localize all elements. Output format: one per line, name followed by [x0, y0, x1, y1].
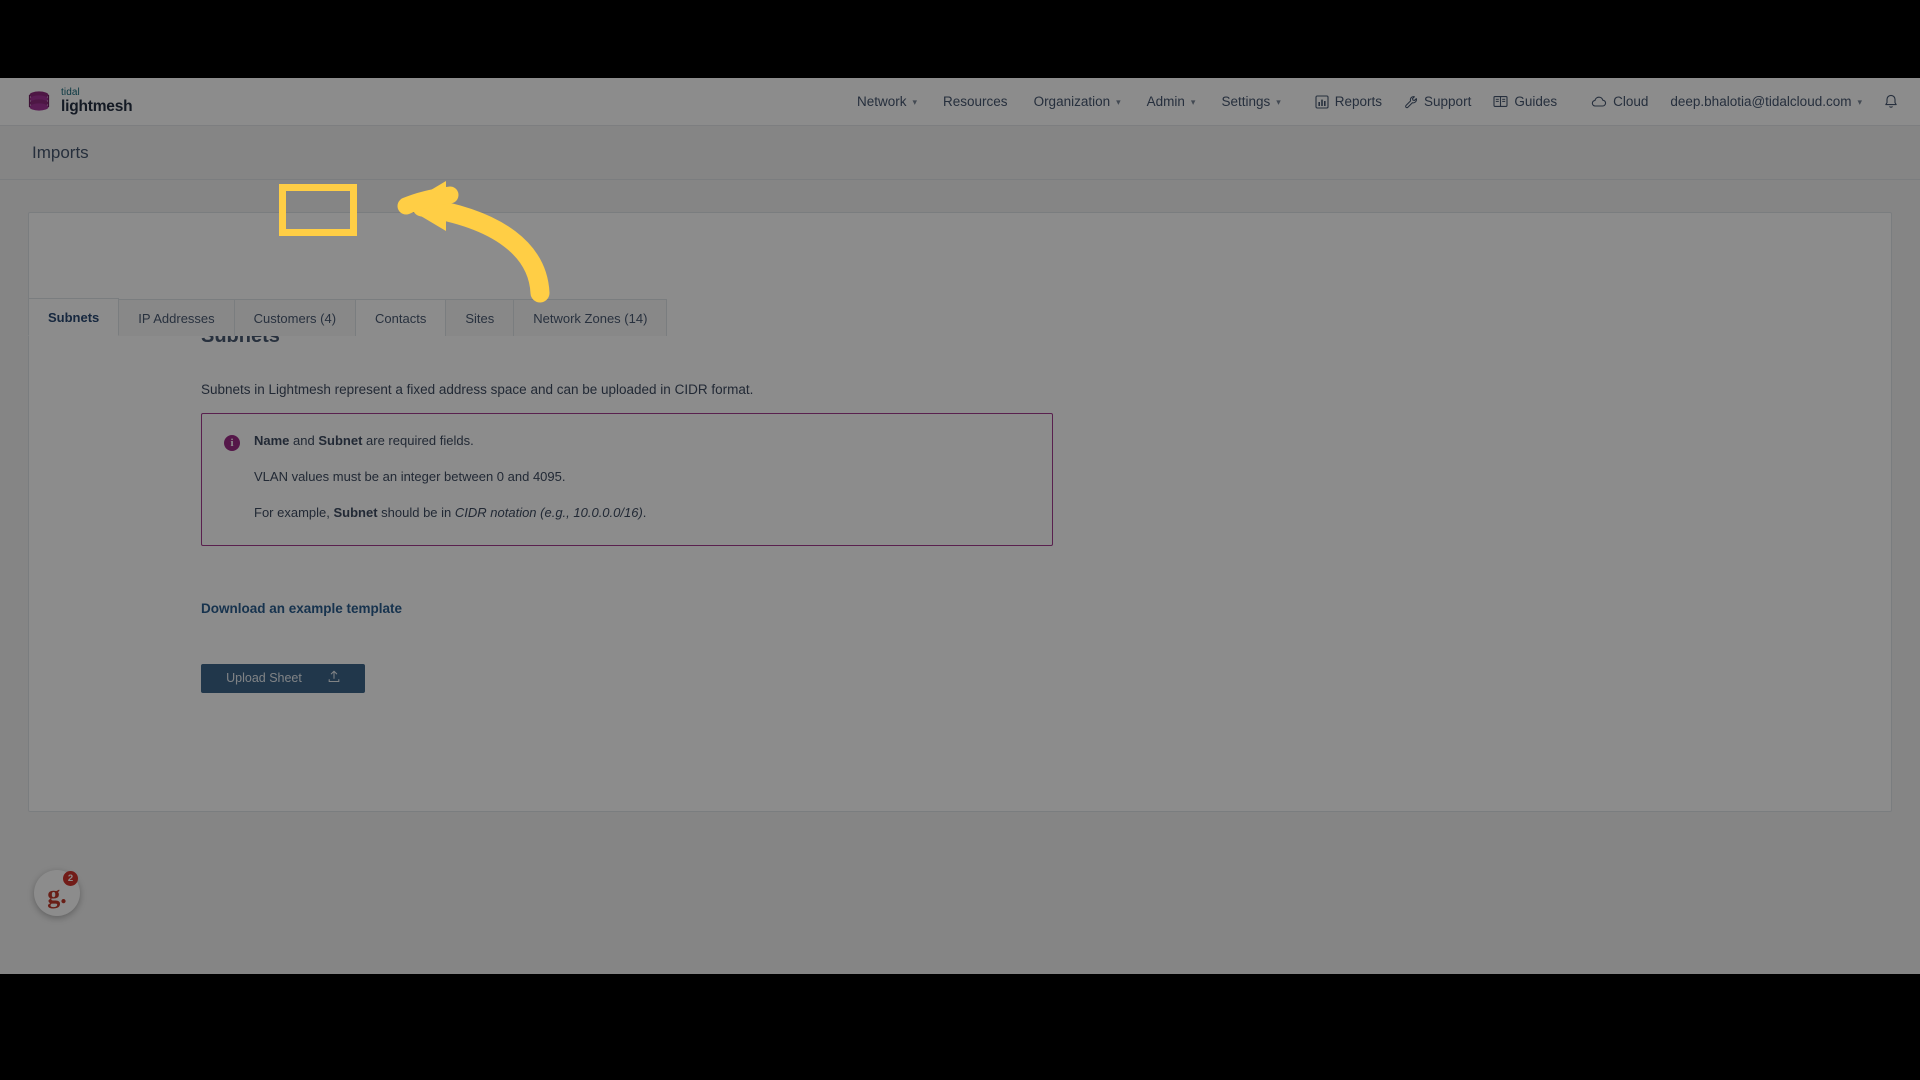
chevron-down-icon: ▾	[912, 97, 918, 107]
info-text-period: .	[642, 505, 647, 521]
nav-label-reports: Reports	[1334, 94, 1383, 109]
page-title: Imports	[32, 142, 89, 162]
info-text-for-example: For example,	[254, 505, 334, 521]
nav-item-support[interactable]: Support	[1404, 94, 1471, 109]
import-tabs: Subnets IP Addresses Customers (4) Conta…	[28, 298, 668, 336]
account-email: deep.bhalotia@tidalcloud.com	[1670, 94, 1852, 109]
help-widget-badge: 2	[63, 871, 78, 886]
info-text-should-be: should be in	[377, 505, 455, 521]
requirements-info-box: i Name and Subnet are required fields. V…	[201, 413, 1053, 546]
section-description: Subnets in Lightmesh represent a fixed a…	[201, 382, 754, 397]
nav-item-admin[interactable]: Admin ▾	[1147, 94, 1196, 109]
nav-label-resources: Resources	[943, 94, 1008, 109]
nav-item-resources[interactable]: Resources	[943, 94, 1008, 109]
nav-label-admin: Admin	[1146, 94, 1185, 109]
tab-customers[interactable]: Customers (4)	[233, 299, 357, 336]
nav-label-settings: Settings	[1221, 94, 1271, 109]
nav-item-settings[interactable]: Settings ▾	[1221, 94, 1280, 109]
book-icon	[1493, 95, 1508, 108]
brand-wordmark: tidal lightmesh	[61, 87, 133, 116]
bar-chart-icon	[1315, 94, 1329, 109]
primary-nav-menu: Network ▾ Resources Organization ▾ Admin…	[857, 94, 1281, 109]
tab-label-customers: Customers (4)	[253, 311, 337, 326]
tab-label-network-zones: Network Zones (14)	[533, 311, 648, 326]
tab-label-ip-addresses: IP Addresses	[138, 311, 215, 326]
info-bold-subnet: Subnet	[318, 433, 363, 448]
info-line-required-fields: Name and Subnet are required fields.	[254, 432, 1030, 450]
wrench-icon	[1404, 95, 1418, 109]
browser-viewport: tidal lightmesh Network ▾ Resources Orga…	[0, 78, 1920, 974]
nav-item-organization[interactable]: Organization ▾	[1034, 94, 1121, 109]
nav-label-organization: Organization	[1033, 94, 1111, 109]
account-menu[interactable]: deep.bhalotia@tidalcloud.com ▾	[1670, 94, 1862, 109]
info-circle-icon: i	[224, 435, 240, 451]
tab-network-zones[interactable]: Network Zones (14)	[513, 299, 668, 336]
upload-sheet-button[interactable]: Upload Sheet	[201, 663, 365, 693]
info-line-vlan: VLAN values must be an integer between 0…	[254, 469, 566, 485]
upload-icon	[328, 670, 340, 686]
nav-item-cloud[interactable]: Cloud	[1591, 94, 1648, 109]
brand-logo-link[interactable]: tidal lightmesh	[26, 87, 133, 116]
nav-label-guides: Guides	[1514, 94, 1558, 109]
info-line-cidr-example: For example, Subnet should be in CIDR no…	[254, 504, 1030, 522]
help-widget-glyph: g.	[47, 880, 67, 909]
info-bold-name: Name	[254, 433, 290, 448]
nav-item-guides[interactable]: Guides	[1493, 94, 1557, 109]
brand-tidal-text: tidal	[61, 87, 80, 99]
stacked-discs-logo-icon	[28, 90, 50, 111]
upload-button-row: Upload Sheet	[201, 663, 1891, 693]
page-header: Imports	[0, 126, 1920, 180]
chevron-down-icon: ▾	[1857, 97, 1862, 107]
nav-label-cloud: Cloud	[1613, 94, 1649, 109]
chevron-down-icon: ▾	[1116, 97, 1121, 107]
tab-label-sites: Sites	[465, 311, 495, 326]
tab-subnets[interactable]: Subnets	[28, 298, 120, 336]
notifications-button[interactable]	[1884, 94, 1898, 110]
tab-label-contacts: Contacts	[375, 311, 427, 326]
download-example-template-link[interactable]: Download an example template	[201, 601, 402, 616]
screen-root: tidal lightmesh Network ▾ Resources Orga…	[0, 0, 1920, 1080]
nav-item-reports[interactable]: Reports	[1315, 94, 1382, 109]
chevron-down-icon: ▾	[1190, 97, 1196, 107]
info-bold-subnet-2: Subnet	[333, 505, 378, 521]
secondary-nav-menu: Reports Support Guides Cloud deep.bhalot…	[1315, 94, 1898, 110]
info-text-and: and	[289, 433, 319, 448]
tab-ip-addresses[interactable]: IP Addresses	[118, 299, 235, 336]
info-box-lines: Name and Subnet are required fields. VLA…	[254, 432, 1030, 523]
nav-label-network: Network	[856, 94, 907, 109]
content-card-wrapper: Subnets IP Addresses Customers (4) Conta…	[0, 180, 1920, 812]
subnets-import-panel: Subnets Subnets in Lightmesh represent a…	[29, 213, 1891, 693]
info-italic-cidr: CIDR notation (e.g., 10.0.0.0/16)	[454, 505, 643, 521]
bell-icon	[1884, 94, 1898, 110]
chevron-down-icon: ▾	[1276, 97, 1281, 107]
nav-item-network[interactable]: Network ▾	[857, 94, 917, 109]
help-widget-button[interactable]: g. 2	[34, 870, 80, 916]
brand-lightmesh-text: lightmesh	[61, 98, 133, 116]
cloud-icon	[1591, 96, 1607, 108]
tab-sites[interactable]: Sites	[445, 299, 515, 336]
tab-label-subnets: Subnets	[48, 310, 100, 325]
top-navigation-bar: tidal lightmesh Network ▾ Resources Orga…	[0, 78, 1920, 126]
info-text-required: are required fields.	[362, 433, 474, 448]
nav-label-support: Support	[1424, 94, 1472, 109]
upload-sheet-label: Upload Sheet	[226, 671, 302, 686]
tab-contacts[interactable]: Contacts	[355, 299, 447, 336]
